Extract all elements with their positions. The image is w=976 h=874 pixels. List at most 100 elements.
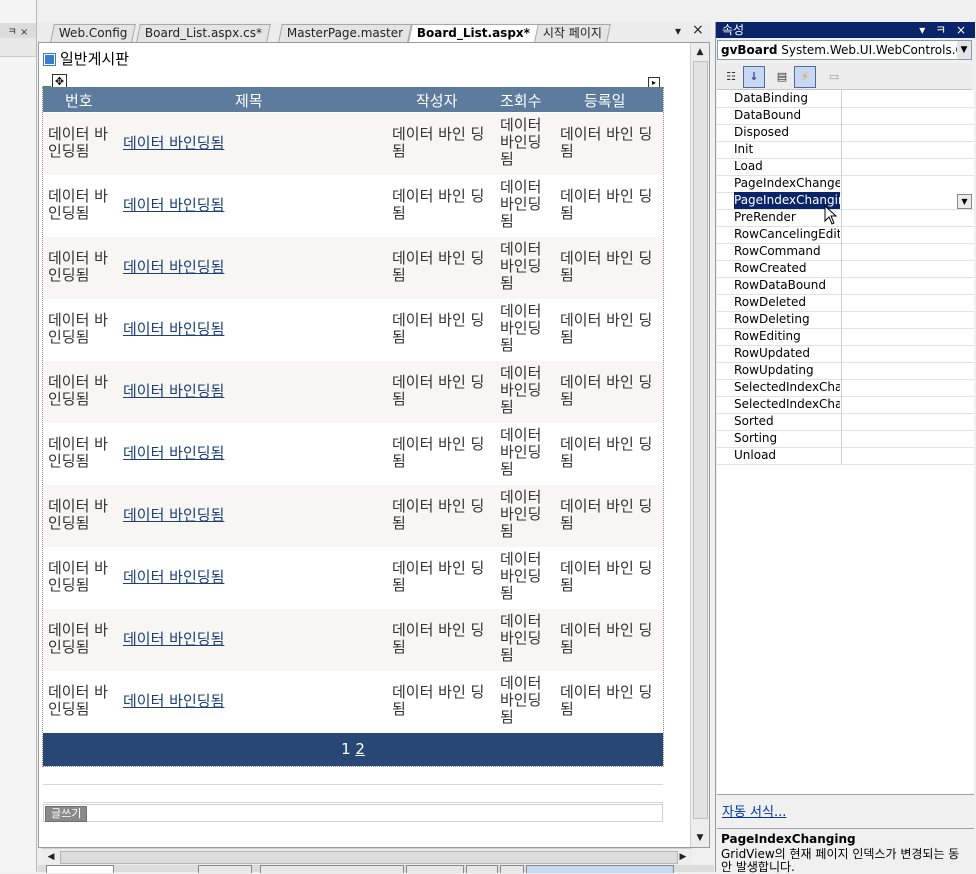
event-handler-value[interactable] bbox=[841, 413, 974, 430]
event-row[interactable]: Sorting bbox=[717, 430, 974, 448]
event-handler-value[interactable] bbox=[841, 294, 974, 311]
event-handler-value[interactable] bbox=[841, 277, 974, 294]
property-pages-icon[interactable]: ▭ bbox=[823, 66, 845, 88]
object-selector[interactable]: gvBoard System.Web.UI.WebControls.Gr ▼ bbox=[717, 40, 972, 60]
event-name[interactable]: SelectedIndexChan bbox=[734, 396, 840, 413]
cell-title-link[interactable]: 데이터 바인딩됨 bbox=[123, 445, 224, 462]
event-row[interactable]: Disposed bbox=[717, 124, 974, 142]
event-name[interactable]: RowUpdated bbox=[734, 345, 840, 362]
event-handler-value[interactable] bbox=[841, 396, 974, 413]
event-row[interactable]: RowDeleting bbox=[717, 311, 974, 329]
tab-board-list-cs[interactable]: Board_List.aspx.cs* bbox=[136, 24, 271, 42]
event-row[interactable]: PageIndexChangin ▼ bbox=[717, 192, 974, 210]
event-name[interactable]: RowDeleted bbox=[734, 294, 840, 311]
event-row[interactable]: RowUpdated bbox=[717, 345, 974, 363]
chevron-down-icon[interactable]: ▼ bbox=[957, 194, 972, 209]
scroll-right-icon[interactable]: ▶ bbox=[676, 850, 690, 864]
event-row[interactable]: RowEditing bbox=[717, 328, 974, 346]
tab-web-config[interactable]: Web.Config bbox=[50, 24, 137, 42]
alphabetical-icon[interactable]: ↓ bbox=[743, 66, 765, 88]
event-row[interactable]: RowCancelingEdit bbox=[717, 226, 974, 244]
scroll-down-icon[interactable]: ▼ bbox=[693, 831, 707, 845]
event-row[interactable]: Unload bbox=[717, 447, 974, 465]
event-handler-value[interactable] bbox=[841, 260, 974, 277]
event-handler-value[interactable] bbox=[841, 328, 974, 345]
event-handler-value[interactable] bbox=[841, 311, 974, 328]
event-row[interactable]: RowDeleted bbox=[717, 294, 974, 312]
auto-format-link[interactable]: 자동 서식... bbox=[722, 801, 786, 820]
pager-page-2[interactable]: 2 bbox=[355, 740, 365, 758]
event-row[interactable]: Sorted bbox=[717, 413, 974, 431]
event-handler-value[interactable] bbox=[841, 209, 974, 226]
event-name[interactable]: RowCreated bbox=[734, 260, 840, 277]
event-handler-value[interactable] bbox=[841, 90, 974, 107]
event-handler-value[interactable] bbox=[841, 158, 974, 175]
event-name[interactable]: SelectedIndexChan bbox=[734, 379, 840, 396]
left-panel-header[interactable]: ㅋ × bbox=[0, 23, 36, 38]
scroll-thumb[interactable] bbox=[693, 61, 708, 819]
cell-title-link[interactable]: 데이터 바인딩됨 bbox=[123, 135, 224, 152]
write-button[interactable]: 글쓰기 bbox=[45, 806, 88, 822]
tab-masterpage[interactable]: MasterPage.master bbox=[278, 24, 413, 42]
event-name[interactable]: Init bbox=[734, 141, 840, 158]
event-name[interactable]: RowUpdating bbox=[734, 362, 840, 379]
event-handler-value[interactable] bbox=[841, 141, 974, 158]
cell-title-link[interactable]: 데이터 바인딩됨 bbox=[123, 321, 224, 338]
event-row[interactable]: SelectedIndexChan bbox=[717, 379, 974, 397]
tab-start-page[interactable]: 시작 페이지 bbox=[534, 24, 611, 42]
vertical-scrollbar[interactable]: ▲ ▼ bbox=[690, 43, 709, 847]
cell-title-link[interactable]: 데이터 바인딩됨 bbox=[123, 507, 224, 524]
event-handler-value[interactable]: ▼ bbox=[841, 192, 974, 209]
event-row[interactable]: RowCommand bbox=[717, 243, 974, 261]
event-row[interactable]: PreRender bbox=[717, 209, 974, 227]
event-name[interactable]: RowCancelingEdit bbox=[734, 226, 840, 243]
event-name[interactable]: Sorted bbox=[734, 413, 840, 430]
event-row[interactable]: DataBinding bbox=[717, 90, 974, 108]
event-name[interactable]: RowCommand bbox=[734, 243, 840, 260]
event-name[interactable]: Sorting bbox=[734, 430, 840, 447]
event-row[interactable]: PageIndexChange bbox=[717, 175, 974, 193]
event-handler-value[interactable] bbox=[841, 362, 974, 379]
event-handler-value[interactable] bbox=[841, 379, 974, 396]
event-name[interactable]: PageIndexChange bbox=[734, 175, 840, 192]
event-name[interactable]: DataBound bbox=[734, 107, 840, 124]
scroll-left-icon[interactable]: ◀ bbox=[44, 850, 58, 864]
event-row[interactable]: RowCreated bbox=[717, 260, 974, 278]
event-row[interactable]: RowUpdating bbox=[717, 362, 974, 380]
event-handler-value[interactable] bbox=[841, 447, 974, 464]
event-name[interactable]: Load bbox=[734, 158, 840, 175]
event-row[interactable]: Init bbox=[717, 141, 974, 159]
cell-title-link[interactable]: 데이터 바인딩됨 bbox=[123, 383, 224, 400]
close-tab-icon[interactable]: × bbox=[692, 22, 704, 38]
event-name[interactable]: RowDataBound bbox=[734, 277, 840, 294]
cell-title-link[interactable]: 데이터 바인딩됨 bbox=[123, 569, 224, 586]
properties-window-controls[interactable]: ▾ ㅋ × bbox=[919, 22, 969, 38]
event-handler-value[interactable] bbox=[841, 107, 974, 124]
event-handler-value[interactable] bbox=[841, 430, 974, 447]
event-handler-value[interactable] bbox=[841, 243, 974, 260]
event-handler-value[interactable] bbox=[841, 175, 974, 192]
scroll-up-icon[interactable]: ▲ bbox=[693, 45, 707, 59]
cell-title-link[interactable]: 데이터 바인딩됨 bbox=[123, 631, 224, 648]
tab-board-list-aspx[interactable]: Board_List.aspx* bbox=[408, 24, 539, 42]
properties-icon[interactable]: ▤ bbox=[771, 66, 793, 88]
event-name[interactable]: RowEditing bbox=[734, 328, 840, 345]
event-name[interactable]: RowDeleting bbox=[734, 311, 840, 328]
chevron-down-icon[interactable]: ▼ bbox=[957, 41, 971, 59]
events-icon[interactable]: ⚡ bbox=[794, 66, 816, 88]
pager-page-1[interactable]: 1 bbox=[341, 740, 351, 758]
event-row[interactable]: RowDataBound bbox=[717, 277, 974, 295]
scroll-thumb[interactable] bbox=[60, 851, 678, 864]
event-name[interactable]: Unload bbox=[734, 447, 840, 464]
event-row[interactable]: Load bbox=[717, 158, 974, 176]
horizontal-scrollbar[interactable]: ◀ ▶ bbox=[42, 848, 692, 865]
tab-dropdown-icon[interactable]: ▾ bbox=[675, 24, 681, 38]
event-row[interactable]: DataBound bbox=[717, 107, 974, 125]
categorized-icon[interactable]: ☷ bbox=[720, 66, 742, 88]
event-handler-value[interactable] bbox=[841, 124, 974, 141]
event-row[interactable]: SelectedIndexChan bbox=[717, 396, 974, 414]
cell-title-link[interactable]: 데이터 바인딩됨 bbox=[123, 197, 224, 214]
event-handler-value[interactable] bbox=[841, 345, 974, 362]
event-name[interactable]: DataBinding bbox=[734, 90, 840, 107]
cell-title-link[interactable]: 데이터 바인딩됨 bbox=[123, 259, 224, 276]
